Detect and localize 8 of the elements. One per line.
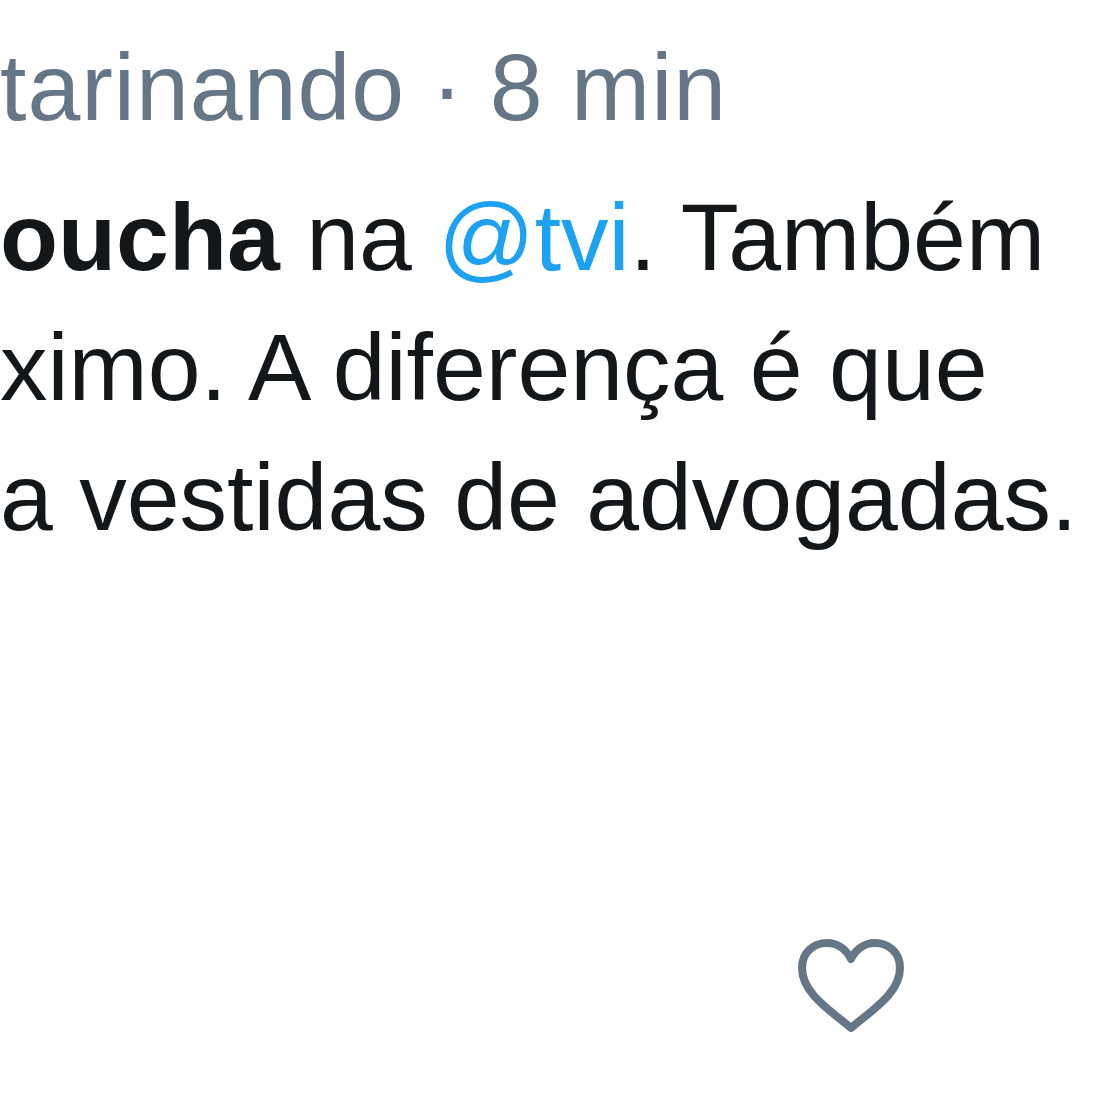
mention-link[interactable]: @tvi [438, 184, 630, 290]
user-handle[interactable]: tarinando [0, 22, 406, 152]
tweet-text-line: oucha na @tvi. Também [0, 183, 1046, 292]
tweet-text-line: ximo. A diferença é que [0, 313, 988, 422]
tweet-text-line: a vestidas de advogadas. [0, 443, 1078, 552]
separator-dot: · [431, 33, 464, 142]
timestamp[interactable]: 8 min [489, 22, 728, 152]
heart-icon[interactable] [797, 938, 905, 1034]
